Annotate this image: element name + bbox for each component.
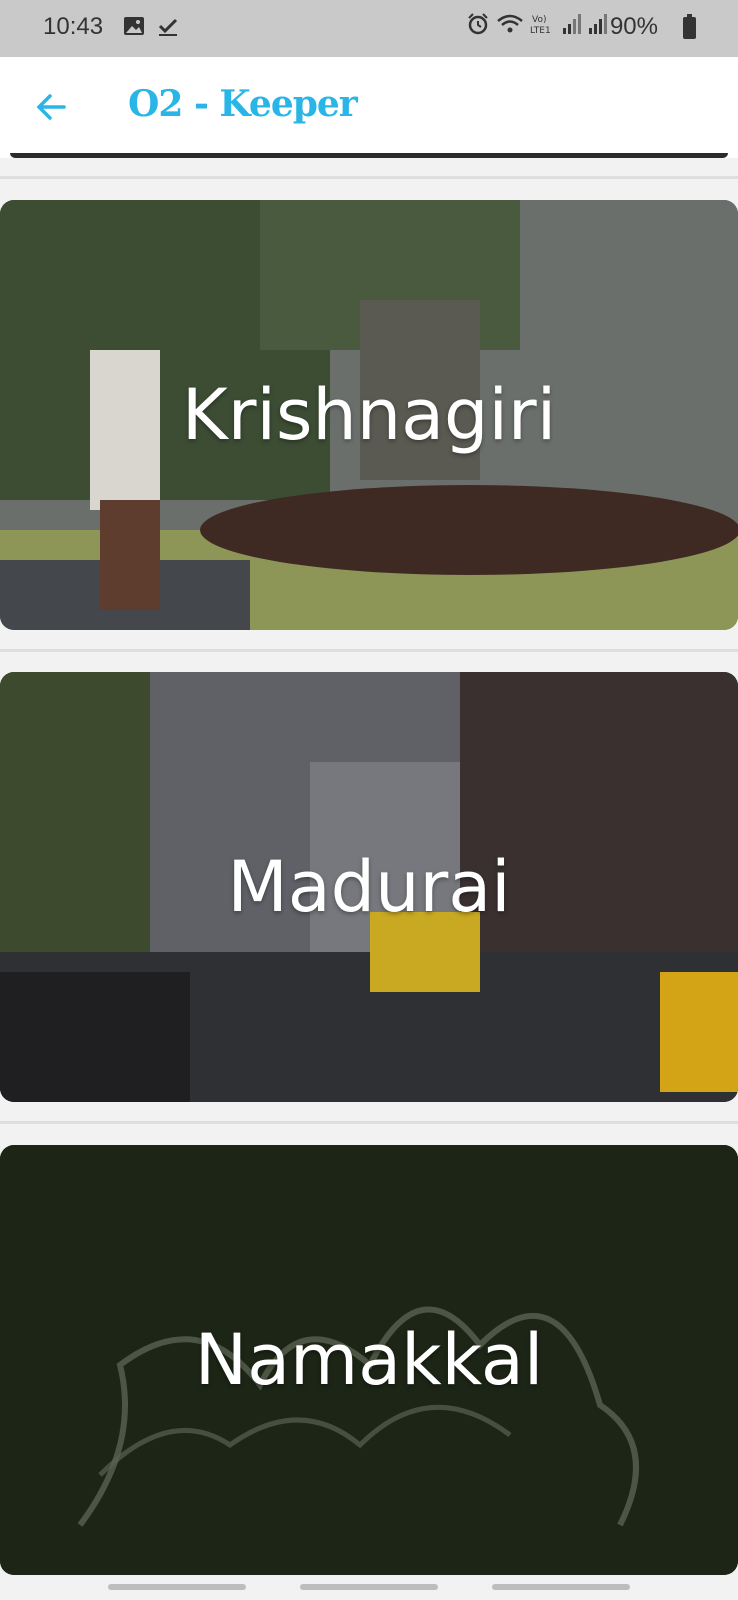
nav-handle: [300, 1584, 438, 1590]
battery-percentage: 90%: [609, 13, 658, 40]
wifi-icon: [497, 14, 523, 33]
city-name: Namakkal: [194, 1319, 544, 1401]
volte-icon: Vo) LTE1: [530, 15, 551, 36]
previous-card-edge[interactable]: [10, 153, 728, 158]
city-name: Madurai: [227, 846, 511, 928]
nav-handle: [108, 1584, 246, 1590]
svg-text:Vo): Vo): [532, 15, 546, 25]
alarm-icon: [468, 13, 488, 35]
image-icon: [124, 17, 144, 35]
city-card-krishnagiri[interactable]: Krishnagiri: [0, 200, 738, 630]
status-time: 10:43: [43, 13, 104, 40]
nav-handle: [492, 1584, 630, 1590]
signal-icon: [563, 14, 581, 34]
svg-text:LTE1: LTE1: [530, 26, 551, 36]
city-name: Krishnagiri: [181, 374, 557, 456]
city-card-madurai[interactable]: Madurai: [0, 672, 738, 1102]
divider: [0, 176, 738, 179]
divider: [0, 649, 738, 652]
check-icon: [159, 18, 178, 36]
status-left-icons: [122, 14, 180, 43]
app-title: O2 - Keeper: [128, 83, 358, 125]
divider: [0, 1121, 738, 1124]
app-bar: O2 - Keeper: [0, 57, 738, 158]
status-bar: 10:43 Vo) LTE1 90%: [0, 0, 738, 57]
arrow-left-icon[interactable]: [30, 85, 74, 129]
battery-icon: [683, 14, 696, 39]
city-card-namakkal[interactable]: Namakkal: [0, 1145, 738, 1575]
status-right-icons: Vo) LTE1: [466, 12, 608, 36]
signal-icon: [589, 14, 607, 34]
